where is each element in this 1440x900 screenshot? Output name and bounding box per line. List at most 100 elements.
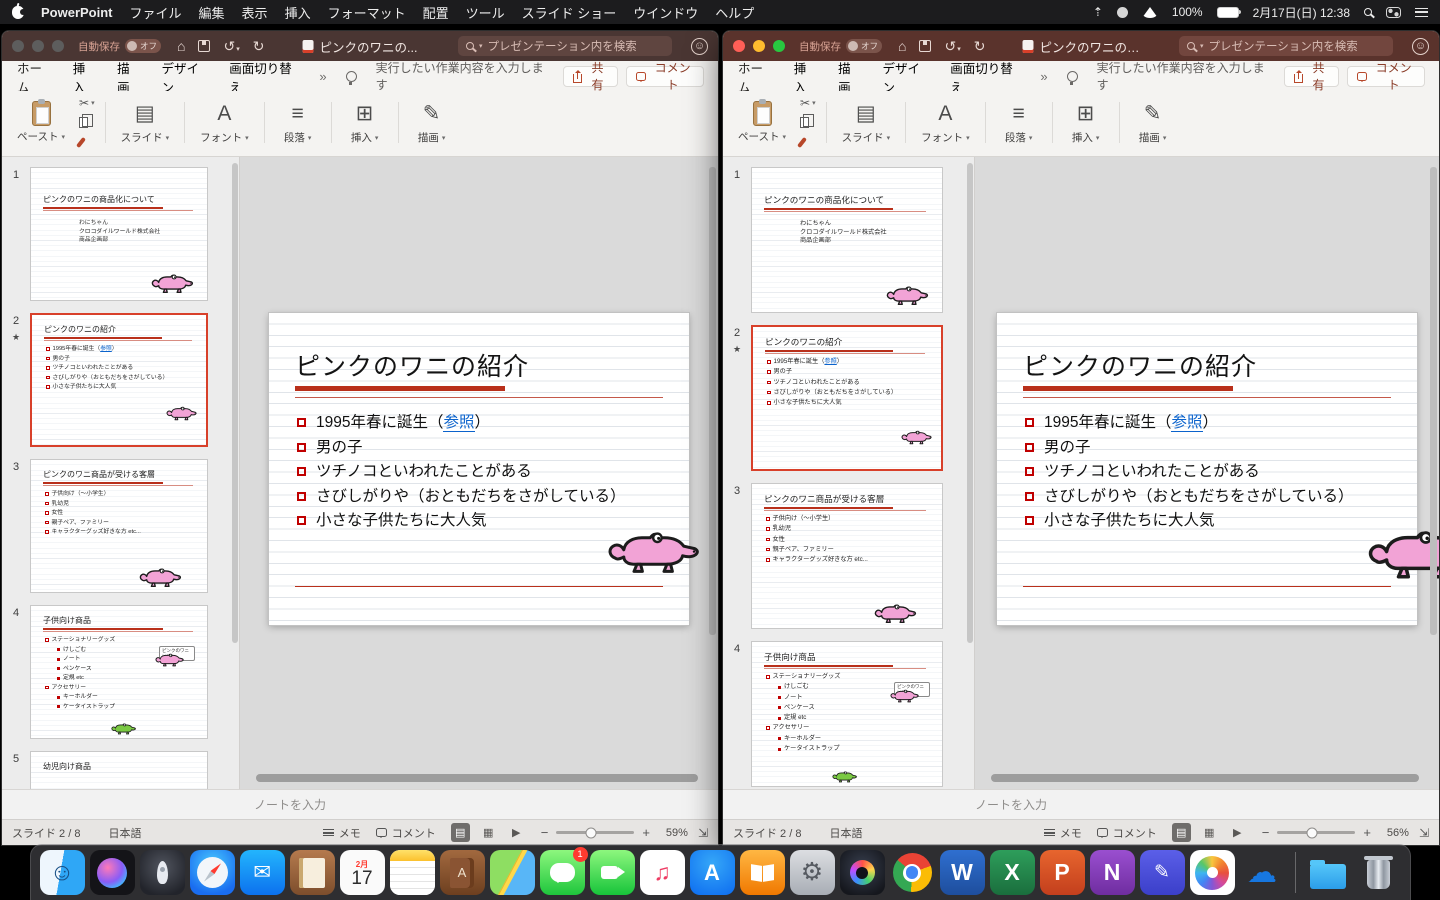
zoom-slider[interactable] (556, 827, 635, 838)
wifi-icon[interactable] (1141, 6, 1158, 18)
search-input[interactable]: ▾ プレゼンテーション内を検索 (1179, 36, 1393, 56)
tabs-overflow-chevron[interactable]: » (1040, 69, 1047, 84)
feedback-smiley-button[interactable]: ☺ (1412, 37, 1429, 55)
menubar-item-6[interactable]: ツール (466, 3, 505, 22)
dock-onenote-icon[interactable]: N (1089, 850, 1135, 895)
menubar-item-9[interactable]: ヘルプ (715, 3, 754, 22)
menubar-item-5[interactable]: 配置 (423, 3, 449, 22)
ribbon-group-2-button[interactable]: ≡ 段落 ▾ (996, 95, 1042, 150)
menubar-app-name[interactable]: PowerPoint (41, 5, 113, 20)
slide-thumbnail-2[interactable]: ピンクのワニの紹介 1995年春に誕生（参照） 男の子 ツチノコといわれたことがあるさ… (751, 325, 943, 471)
slide-editor[interactable]: ピンクのワニの紹介 1995年春に誕生（参照） 男の子 ツチノコといわれたことがあるさ… (269, 313, 699, 625)
home-icon[interactable]: ⌂ (898, 38, 906, 54)
slide-editor[interactable]: ピンクのワニの紹介 1995年春に誕生（参照） 男の子 ツチノコといわれたことがあるさ… (997, 313, 1439, 625)
slideshow-button[interactable]: ▶ (507, 823, 526, 842)
zoom-slider-thumb[interactable] (585, 827, 597, 838)
bullet-hyperlink[interactable]: 参照 (1171, 414, 1203, 432)
slideshow-button[interactable]: ▶ (1228, 823, 1247, 842)
close-button[interactable] (12, 40, 24, 52)
notes-input[interactable]: ノートを入力 (2, 789, 718, 819)
notes-input[interactable]: ノートを入力 (723, 789, 1439, 819)
dock-trash-icon[interactable] (1356, 850, 1401, 895)
zoom-out-button[interactable]: − (541, 825, 549, 840)
dock-maps-icon[interactable] (489, 850, 535, 895)
zoom-button[interactable] (773, 40, 785, 52)
menubar-item-3[interactable]: 挿入 (285, 3, 311, 22)
autosave-switch[interactable]: オフ (846, 39, 882, 53)
zoom-out-button[interactable]: − (1262, 825, 1270, 840)
green-crocodile-image[interactable] (111, 722, 137, 735)
pink-crocodile-image[interactable] (151, 272, 195, 294)
autosave-toggle[interactable]: 自動保存 オフ (78, 39, 161, 54)
autosave-toggle[interactable]: 自動保存 オフ (799, 39, 882, 54)
comments-button[interactable]: コメント (1347, 61, 1425, 92)
menu-extra-icon[interactable] (1116, 6, 1128, 18)
dock-contacts-icon[interactable] (289, 850, 335, 895)
zoom-slider-thumb[interactable] (1306, 827, 1318, 838)
bullet-hyperlink[interactable]: 参照 (824, 358, 836, 365)
zoom-in-button[interactable]: + (642, 825, 650, 840)
dock-finder-icon[interactable]: ☺ (39, 850, 85, 895)
pink-crocodile-image[interactable] (890, 688, 920, 703)
vertical-scrollbar[interactable] (1430, 167, 1437, 635)
share-button[interactable]: 共有 (562, 61, 619, 92)
pink-crocodile-image[interactable] (155, 652, 185, 667)
dock-facetime-icon[interactable] (589, 850, 635, 895)
zoom-button[interactable] (52, 40, 64, 52)
slide-thumbnail-3[interactable]: ピンクのワニ商品が受ける客層 子供向け（〜小学生） 乳幼児 女性 親子ペア、ファミリーキ… (30, 459, 208, 593)
feedback-smiley-button[interactable]: ☺ (691, 37, 708, 55)
undo-button[interactable]: ↺▾ (223, 38, 239, 55)
share-button[interactable]: 共有 (1283, 61, 1340, 92)
ribbon-group-3-button[interactable]: ⊞ 挿入 ▾ (342, 95, 388, 150)
ribbon-group-2-button[interactable]: ≡ 段落 ▾ (275, 95, 321, 150)
fit-to-window-button[interactable]: ⇲ (698, 826, 708, 840)
slide-thumbnail-1[interactable]: ピンクのワニの商品化について わにちゃん クロコダイルワールド株式会社 商品企画部 (30, 167, 208, 301)
ribbon-group-4-button[interactable]: ✎ 描画 ▾ (409, 95, 455, 150)
search-input[interactable]: ▾ プレゼンテーション内を検索 (458, 36, 672, 56)
thumbnail-scrollbar[interactable] (967, 163, 973, 644)
dock-music-icon[interactable]: ♫ (639, 850, 685, 895)
paste-button[interactable]: ペースト ▾ (12, 99, 70, 146)
slide-bullet-list[interactable]: 1995年春に誕生（参照） 男の子 ツチノコといわれたことがある さびしがりや（おとも… (1023, 411, 1391, 534)
slide-thumbnail-4[interactable]: 子供向け商品 ステーショナリーグッズ けしごむ ノート ペンケース 定規 etc アクセサリ… (751, 641, 943, 787)
slide-sorter-button[interactable]: ▦ (479, 823, 498, 842)
bullet-hyperlink[interactable]: 参照 (443, 414, 475, 432)
slide-thumbnail-5[interactable]: 幼児向け商品 (30, 751, 208, 789)
pink-crocodile-image[interactable] (607, 527, 703, 575)
bullet-hyperlink[interactable]: 参照 (100, 346, 112, 352)
memo-toggle-button[interactable]: メモ (322, 825, 361, 841)
dock-calendar-icon[interactable]: 2月 17 (339, 850, 385, 895)
slide-thumbnail-3[interactable]: ピンクのワニ商品が受ける客層 子供向け（〜小学生） 乳幼児 女性 親子ペア、ファミリーキ… (751, 483, 943, 629)
dock-app-store-icon[interactable]: A (689, 850, 735, 895)
comments-button[interactable]: コメント (626, 61, 704, 92)
save-icon[interactable] (919, 40, 932, 52)
format-painter-button[interactable] (76, 136, 95, 149)
ribbon-group-1-button[interactable]: A フォント ▾ (195, 95, 254, 150)
pink-crocodile-image[interactable] (886, 284, 930, 306)
horizontal-scrollbar[interactable] (991, 774, 1419, 782)
copy-button[interactable] (800, 113, 816, 129)
comments-toggle-button[interactable]: コメント (375, 825, 436, 841)
menubar-item-4[interactable]: フォーマット (328, 3, 406, 22)
control-center-icon[interactable] (1386, 6, 1401, 18)
pink-crocodile-image[interactable] (901, 429, 933, 445)
slide-title[interactable]: ピンクのワニの紹介 (295, 347, 663, 383)
cut-button[interactable]: ✂ ▾ (800, 96, 816, 110)
language-indicator[interactable]: 日本語 (108, 825, 141, 841)
zoom-level[interactable]: 59% (658, 827, 688, 839)
dock-chrome-icon[interactable] (890, 850, 935, 895)
home-icon[interactable]: ⌂ (177, 38, 185, 54)
menubar-item-1[interactable]: 編集 (199, 3, 225, 22)
apple-menu-icon[interactable] (12, 5, 26, 19)
vertical-scrollbar[interactable] (709, 167, 716, 635)
slide-thumbnail-4[interactable]: 子供向け商品 ステーショナリーグッズ けしごむ ノート ペンケース 定規 etc アクセサリ… (30, 605, 208, 739)
ribbon-group-0-button[interactable]: ▤ スライド ▾ (837, 95, 896, 150)
memo-toggle-button[interactable]: メモ (1043, 825, 1082, 841)
autosave-switch[interactable]: オフ (125, 39, 161, 53)
ribbon-group-3-button[interactable]: ⊞ 挿入 ▾ (1063, 95, 1109, 150)
dock-launchpad-icon[interactable] (139, 850, 185, 895)
pink-crocodile-image[interactable] (874, 602, 918, 624)
spotlight-icon[interactable] (1364, 8, 1372, 16)
pink-crocodile-image[interactable] (139, 566, 183, 588)
dock-messages-icon[interactable]: 1 (539, 847, 588, 895)
